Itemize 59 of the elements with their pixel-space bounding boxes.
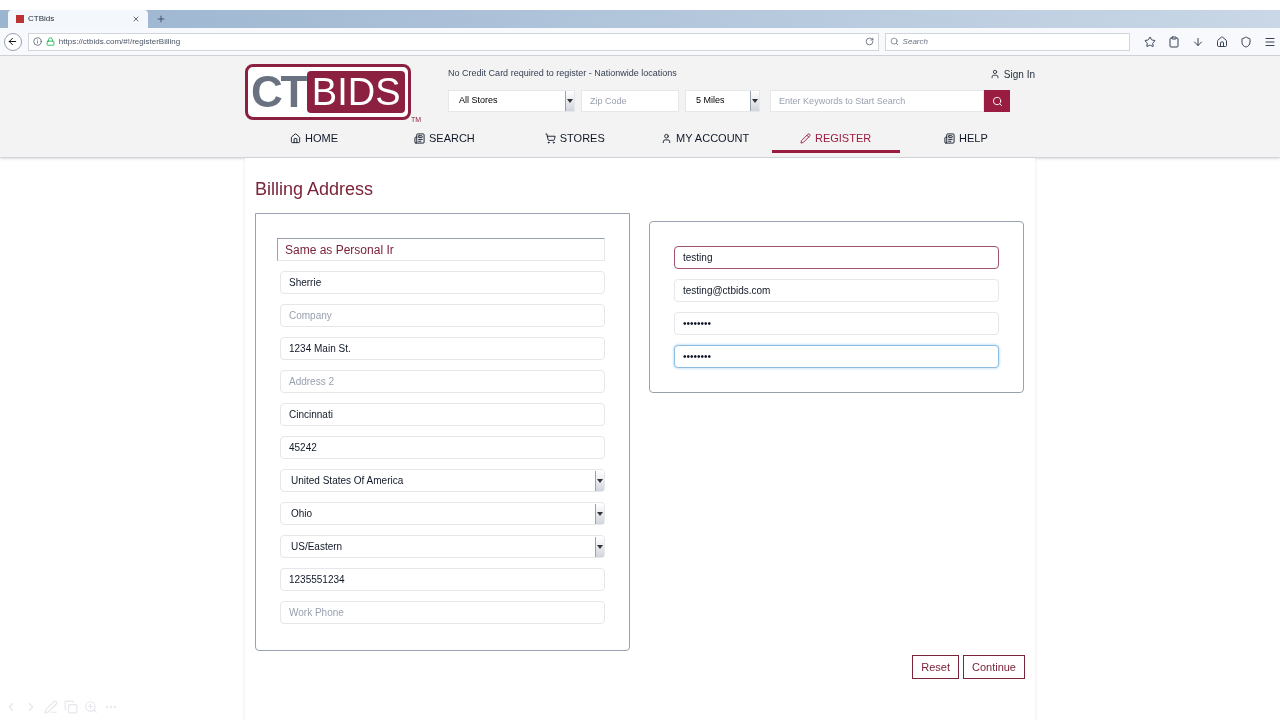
input-field[interactable]: Cincinnati (280, 403, 605, 426)
download-icon[interactable] (1192, 35, 1204, 48)
nav-tab[interactable]: STORES (510, 131, 639, 153)
keyword-search-field[interactable]: Enter Keywords to Start Search (770, 90, 985, 112)
info-icon (32, 37, 42, 46)
input-field[interactable]: 1235551234 (280, 568, 605, 591)
input-field[interactable]: •••••••• (674, 345, 999, 368)
input-field[interactable]: 1234 Main St. (280, 337, 605, 360)
pencil-icon (799, 133, 811, 144)
reload-icon[interactable] (864, 37, 874, 46)
nav-tab[interactable]: REGISTER (771, 131, 900, 153)
tagline: No Credit Card required to register - Nationwide locations (448, 67, 677, 81)
back-button[interactable] (4, 32, 22, 51)
lock-icon (45, 37, 55, 46)
same-as-personal-field[interactable]: Same as Personal Ir (277, 238, 605, 261)
select-field[interactable]: US/Eastern (280, 535, 605, 558)
store-select[interactable]: All Stores (448, 90, 576, 112)
home-icon[interactable] (1216, 35, 1228, 48)
user-icon (661, 133, 673, 144)
browser-tab[interactable]: CTBids (8, 10, 148, 28)
clipboard-icon[interactable] (1168, 35, 1180, 48)
input-field[interactable]: testing (674, 246, 999, 269)
nav-tab[interactable]: SEARCH (380, 131, 509, 153)
input-field[interactable]: •••••••• (674, 312, 999, 335)
form-button[interactable]: Continue (962, 655, 1025, 679)
page-title: Billing Address (255, 178, 375, 201)
browser-search-field[interactable]: Search (884, 32, 1130, 51)
bookmark-star-icon[interactable] (1144, 35, 1156, 48)
nav-tab[interactable]: HELP (901, 131, 1030, 153)
distance-select[interactable]: 5 Miles (685, 90, 761, 112)
search-button[interactable] (984, 90, 1011, 112)
input-field[interactable]: Sherrie (280, 271, 605, 294)
input-field[interactable]: Address 2 (280, 370, 605, 393)
nav-tab[interactable]: MY ACCOUNT (641, 131, 770, 153)
sign-in-link[interactable]: Sign In (989, 66, 1035, 82)
zip-code-field[interactable]: Zip Code (581, 90, 680, 112)
search-icon (889, 37, 899, 46)
input-field[interactable]: Company (280, 304, 605, 327)
search-icon (991, 95, 1003, 107)
menu-icon[interactable] (1264, 35, 1276, 48)
cart-icon (544, 133, 556, 144)
select-field[interactable]: Ohio (280, 502, 605, 525)
back-arrow-icon (7, 36, 19, 47)
shield-icon[interactable] (1240, 35, 1252, 48)
select-field[interactable]: United States Of America (280, 469, 605, 492)
address-bar[interactable]: https://ctbids.com/#!/registerBilling (27, 32, 879, 51)
input-field[interactable]: Work Phone (280, 601, 605, 624)
close-icon[interactable] (132, 15, 140, 23)
ctbids-logo[interactable]: CT BIDS (245, 64, 411, 120)
list-icon (944, 133, 956, 144)
new-tab-icon[interactable] (156, 14, 166, 24)
user-icon (989, 69, 1000, 79)
form-button[interactable]: Reset (912, 655, 959, 679)
favicon-icon (16, 15, 24, 23)
list-icon (413, 133, 425, 144)
home-icon (290, 133, 301, 144)
input-field[interactable]: 45242 (280, 436, 605, 459)
input-field[interactable]: testing@ctbids.com (674, 279, 999, 302)
nav-tab[interactable]: HOME (250, 131, 378, 153)
